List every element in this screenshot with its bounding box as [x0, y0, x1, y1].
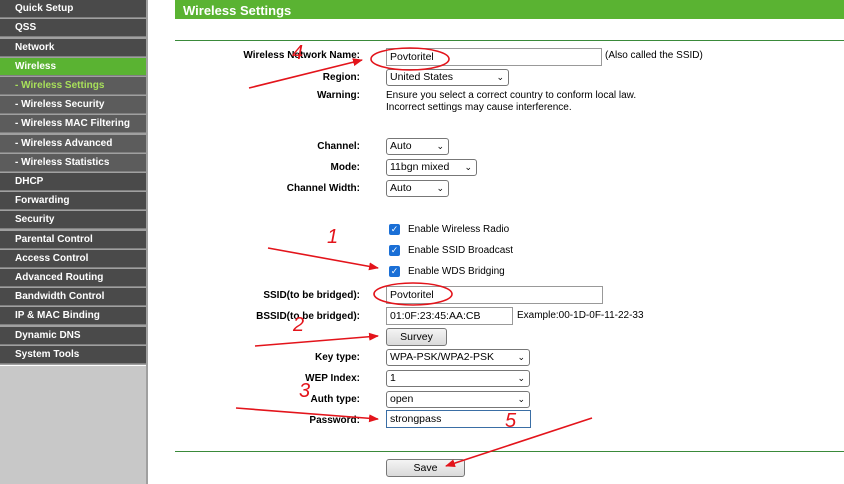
sidebar-item-wireless-statistics[interactable]: - Wireless Statistics	[0, 154, 146, 172]
auth-type-label: Auth type:	[310, 394, 360, 405]
chevron-down-icon: ⌄	[517, 373, 525, 383]
sidebar-item-network[interactable]: Network	[0, 39, 146, 57]
bridged-ssid-label: SSID(to be bridged):	[263, 290, 360, 301]
key-type-value: WPA-PSK/WPA2-PSK	[390, 351, 495, 363]
sidebar-item-wireless-advanced[interactable]: - Wireless Advanced	[0, 135, 146, 153]
sidebar-filler	[0, 365, 146, 484]
sidebar-item-dynamic-dns[interactable]: Dynamic DNS	[0, 327, 146, 345]
enable-ssid-broadcast-checkbox[interactable]: ✓	[389, 245, 400, 256]
wep-index-value: 1	[390, 372, 396, 384]
channel-width-label: Channel Width:	[286, 183, 360, 194]
enable-wds-checkbox[interactable]: ✓	[389, 266, 400, 277]
survey-button[interactable]: Survey	[386, 328, 447, 346]
sidebar-item-security[interactable]: Security	[0, 211, 146, 229]
page-title: Wireless Settings	[175, 0, 844, 19]
sidebar-item-wireless-settings[interactable]: - Wireless Settings	[0, 77, 146, 95]
sidebar-item-wireless-mac-filtering[interactable]: - Wireless MAC Filtering	[0, 115, 146, 133]
sidebar-item-qss[interactable]: QSS	[0, 19, 146, 37]
chevron-down-icon: ⌄	[517, 394, 525, 404]
ssid-input[interactable]: Povtoritel	[386, 48, 602, 66]
wep-index-label: WEP Index:	[305, 373, 360, 384]
region-label: Region:	[322, 72, 360, 83]
chevron-down-icon: ⌄	[436, 141, 444, 151]
warning-text-2: Incorrect settings may cause interferenc…	[386, 102, 572, 113]
password-label: Password:	[309, 415, 360, 426]
bridged-ssid-input[interactable]: Povtoritel	[386, 286, 603, 304]
sidebar-item-wireless-security[interactable]: - Wireless Security	[0, 96, 146, 114]
save-button[interactable]: Save	[386, 459, 465, 477]
warning-label: Warning:	[317, 90, 360, 101]
arrow-wds	[267, 247, 379, 271]
sidebar-item-quick-setup[interactable]: Quick Setup	[0, 0, 146, 18]
sidebar-item-ip-mac-binding[interactable]: IP & MAC Binding	[0, 307, 146, 325]
enable-wds-label: Enable WDS Bridging	[408, 266, 505, 277]
region-value: United States	[390, 71, 454, 83]
sidebar-item-bandwidth-control[interactable]: Bandwidth Control	[0, 288, 146, 306]
sidebar-item-parental-control[interactable]: Parental Control	[0, 231, 146, 249]
sidebar-item-advanced-routing[interactable]: Advanced Routing	[0, 269, 146, 287]
key-type-label: Key type:	[314, 352, 360, 363]
enable-radio-checkbox[interactable]: ✓	[389, 224, 400, 235]
mode-value: 11bgn mixed	[390, 161, 450, 173]
channel-value: Auto	[390, 140, 412, 152]
enable-radio-label: Enable Wireless Radio	[408, 224, 510, 235]
bssid-label: BSSID(to be bridged):	[256, 311, 360, 322]
ssid-note: (Also called the SSID)	[605, 50, 703, 61]
key-type-select[interactable]: WPA-PSK/WPA2-PSK ⌄	[386, 349, 530, 366]
mode-select[interactable]: 11bgn mixed ⌄	[386, 159, 477, 176]
top-divider	[175, 40, 844, 41]
chevron-down-icon: ⌄	[517, 352, 525, 362]
region-select[interactable]: United States ⌄	[386, 69, 509, 86]
warning-text-1: Ensure you select a correct country to c…	[386, 90, 637, 101]
auth-type-value: open	[390, 393, 414, 405]
ssid-label: Wireless Network Name:	[243, 50, 360, 61]
bssid-input[interactable]: 01:0F:23:45:AA:CB	[386, 307, 513, 325]
channel-select[interactable]: Auto ⌄	[386, 138, 449, 155]
sidebar-item-dhcp[interactable]: DHCP	[0, 173, 146, 191]
bottom-divider	[175, 451, 844, 452]
bssid-example: Example:00-1D-0F-11-22-33	[517, 310, 644, 321]
sidebar-item-forwarding[interactable]: Forwarding	[0, 192, 146, 210]
sidebar-item-wireless[interactable]: Wireless	[0, 58, 146, 76]
arrow-survey	[254, 332, 379, 347]
sidebar-item-system-tools[interactable]: System Tools	[0, 346, 146, 364]
chevron-down-icon: ⌄	[436, 183, 444, 193]
enable-ssid-broadcast-label: Enable SSID Broadcast	[408, 245, 514, 256]
channel-width-select[interactable]: Auto ⌄	[386, 180, 449, 197]
wep-index-select[interactable]: 1 ⌄	[386, 370, 530, 387]
sidebar-item-access-control[interactable]: Access Control	[0, 250, 146, 268]
annotation-number-1: 1	[327, 226, 338, 248]
password-input[interactable]: strongpass	[386, 410, 531, 428]
auth-type-select[interactable]: open ⌄	[386, 391, 530, 408]
chevron-down-icon: ⌄	[496, 72, 504, 82]
channel-label: Channel:	[317, 141, 360, 152]
channel-width-value: Auto	[390, 182, 412, 194]
sidebar: Quick Setup QSS Network Wireless - Wirel…	[0, 0, 148, 484]
chevron-down-icon: ⌄	[464, 162, 472, 172]
mode-label: Mode:	[330, 162, 360, 173]
